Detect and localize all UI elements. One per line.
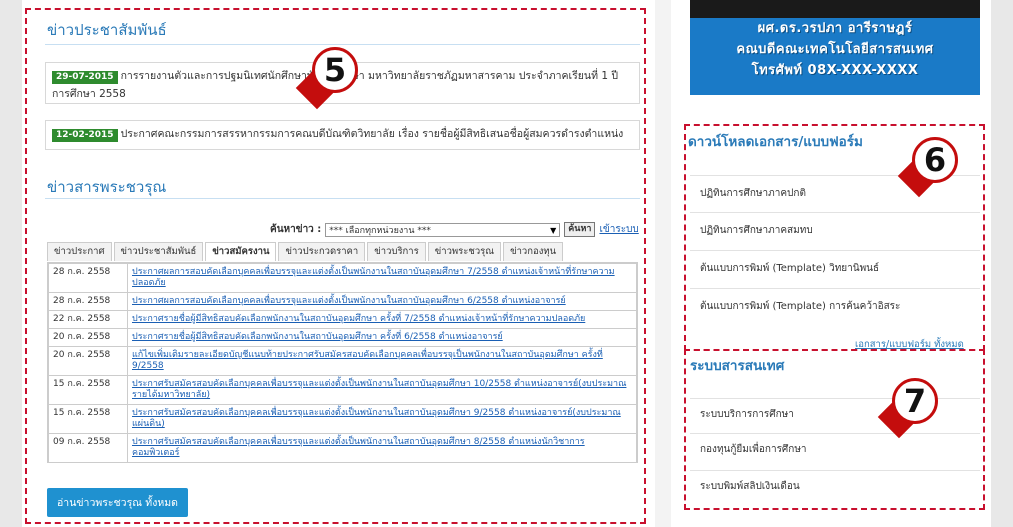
dean-banner: ผศ.ดร.วรปภา อารีราษฎร์ คณบดีคณะเทคโนโลยี… (690, 0, 980, 95)
column-divider (655, 0, 671, 527)
banner-line: คณบดีคณะเทคโนโลยีสารสนเทศ (736, 42, 934, 57)
banner-line: โทรศัพท์ 08X-XXX-XXXX (751, 63, 919, 78)
banner-photo-strip (690, 0, 980, 18)
highlight-box-5 (25, 8, 646, 524)
banner-line: ผศ.ดร.วรปภา อารีราษฎร์ (757, 21, 913, 36)
highlight-box-6 (684, 124, 985, 351)
highlight-box-7 (684, 349, 985, 510)
right-gutter (991, 0, 1013, 527)
left-gutter (0, 0, 22, 527)
